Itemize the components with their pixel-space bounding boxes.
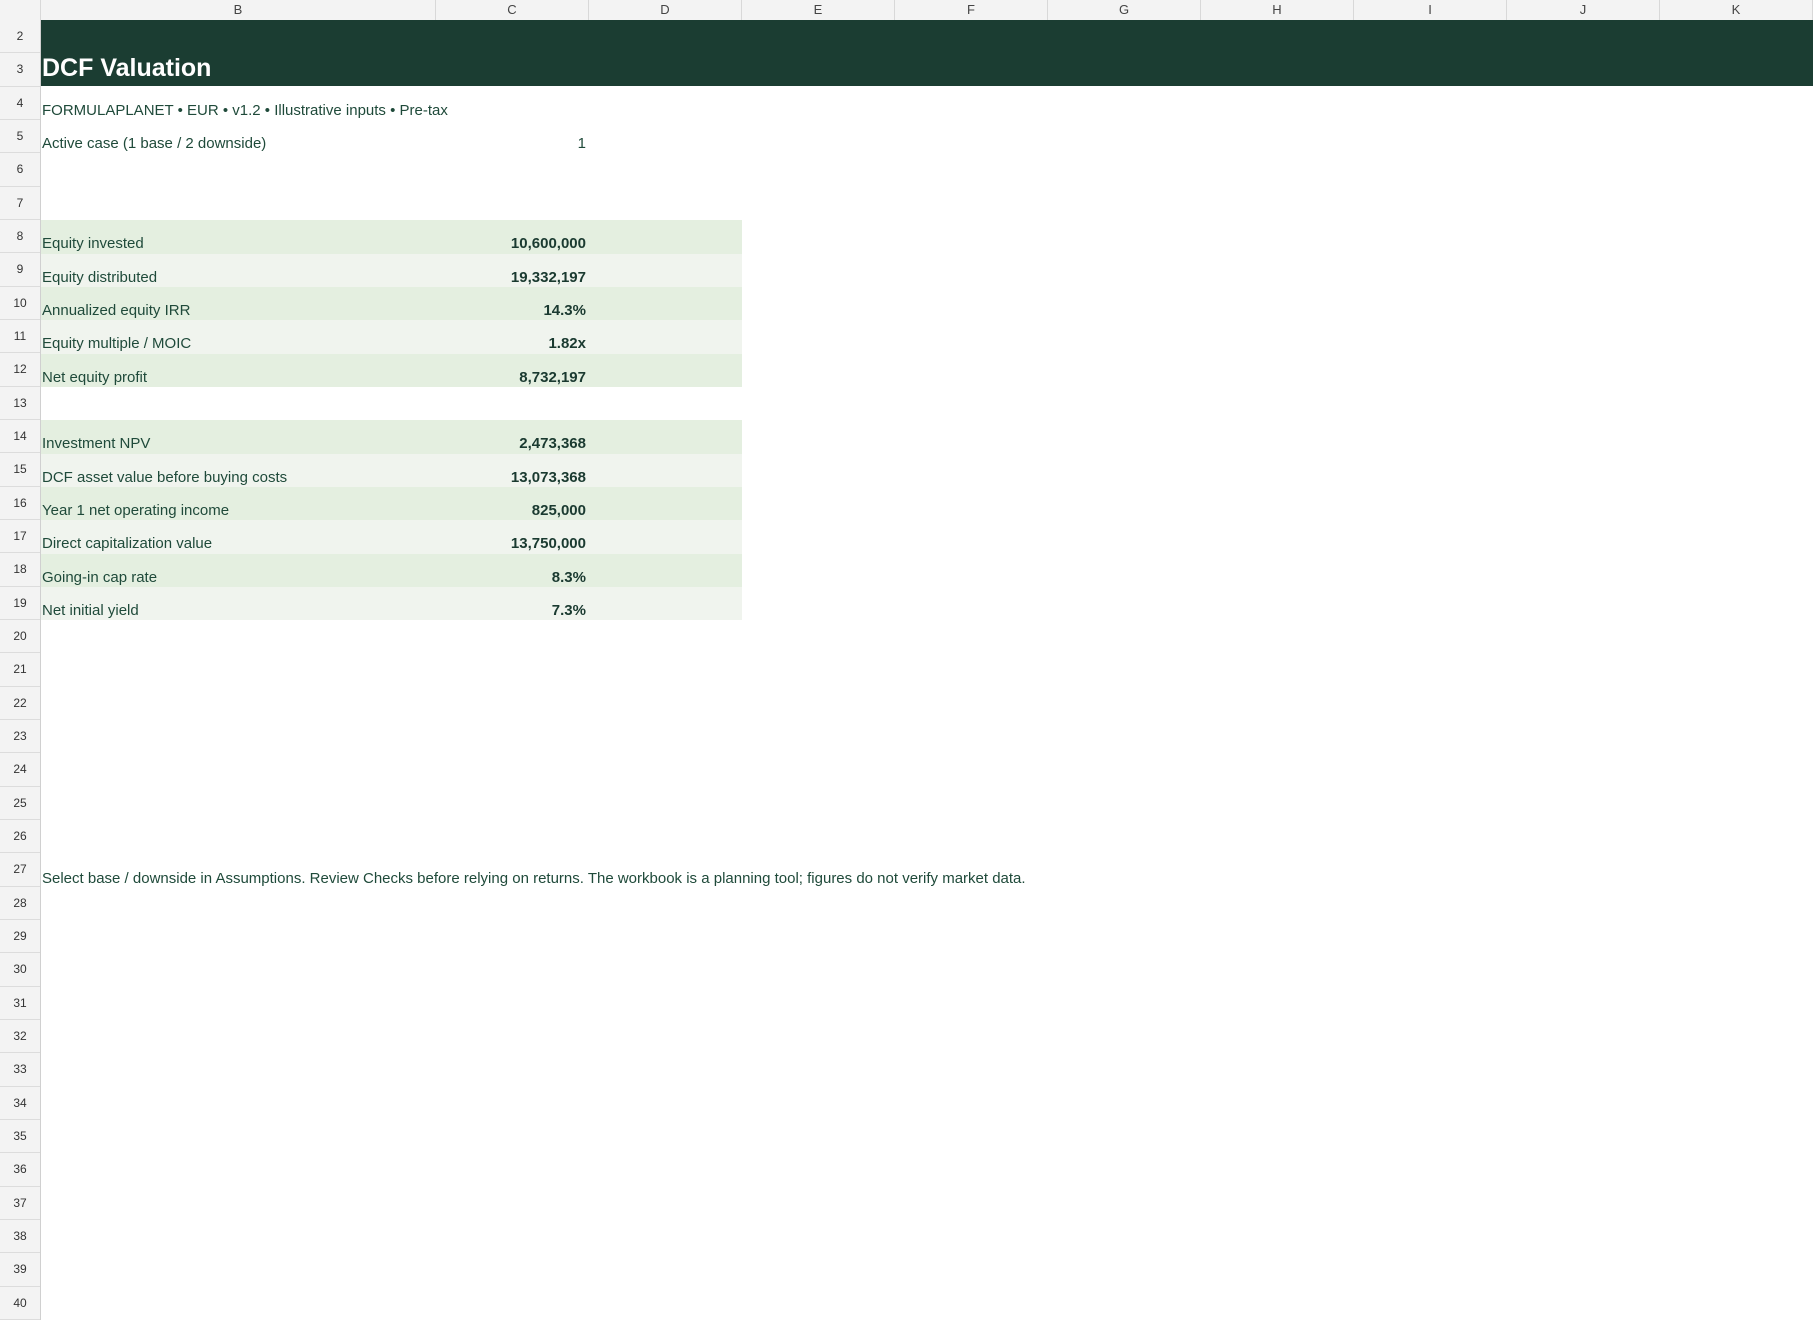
- row-header-2[interactable]: 2: [0, 20, 40, 54]
- row-header-bar: 2 3 4 5 6 7 8 9 10 11 12 13 14 15 16 17 18 19 20 21 22 23 24 25…: [0, 20, 41, 1320]
- row-header-3[interactable]: 3: [0, 53, 40, 87]
- row-header-33[interactable]: 33: [0, 1053, 40, 1087]
- active-case-value[interactable]: 1: [560, 135, 586, 152]
- row-header-30[interactable]: 30: [0, 953, 40, 987]
- equity-distributed-label: Equity distributed: [42, 269, 158, 286]
- row-header-36[interactable]: 36: [0, 1153, 40, 1187]
- row-header-19[interactable]: 19: [0, 587, 40, 620]
- active-case-label: Active case (1 base / 2 downside): [42, 135, 267, 152]
- row-header-10[interactable]: 10: [0, 287, 40, 320]
- row-header-20[interactable]: 20: [0, 620, 40, 654]
- row-header-27[interactable]: 27: [0, 853, 40, 887]
- equity-invested-value[interactable]: 10,600,000: [511, 235, 586, 252]
- row-header-15[interactable]: 15: [0, 453, 40, 487]
- equity-invested-label: Equity invested: [42, 235, 144, 252]
- row-header-28[interactable]: 28: [0, 887, 40, 920]
- going-in-cap-rate-label: Going-in cap rate: [42, 569, 158, 586]
- equity-multiple-value[interactable]: 1.82x: [548, 335, 586, 352]
- row-header-32[interactable]: 32: [0, 1020, 40, 1054]
- column-header-c[interactable]: C: [436, 0, 589, 20]
- row-header-13[interactable]: 13: [0, 387, 40, 420]
- subtitle-line: FORMULAPLANET • EUR • v1.2 • Illustrativ…: [42, 102, 448, 119]
- row-header-37[interactable]: 37: [0, 1187, 40, 1220]
- equity-irr-value[interactable]: 14.3%: [543, 302, 586, 319]
- row-header-22[interactable]: 22: [0, 687, 40, 720]
- row-header-16[interactable]: 16: [0, 487, 40, 520]
- row-header-34[interactable]: 34: [0, 1087, 40, 1120]
- row-header-24[interactable]: 24: [0, 753, 40, 787]
- row-header-26[interactable]: 26: [0, 820, 40, 854]
- net-equity-profit-label: Net equity profit: [42, 369, 148, 386]
- column-header-i[interactable]: I: [1354, 0, 1507, 20]
- equity-irr-label: Annualized equity IRR: [42, 302, 191, 319]
- sheet-title: DCF Valuation: [42, 54, 212, 82]
- going-in-cap-rate-value[interactable]: 8.3%: [552, 569, 586, 586]
- select-all-corner[interactable]: [0, 0, 41, 20]
- net-equity-profit-value[interactable]: 8,732,197: [519, 369, 586, 386]
- column-header-g[interactable]: G: [1048, 0, 1201, 20]
- footnote: Select base / downside in Assumptions. R…: [42, 870, 1026, 887]
- row-header-4[interactable]: 4: [0, 87, 40, 120]
- column-header-d[interactable]: D: [589, 0, 742, 20]
- column-header-f[interactable]: F: [895, 0, 1048, 20]
- row-header-23[interactable]: 23: [0, 720, 40, 754]
- row-header-40[interactable]: 40: [0, 1287, 40, 1320]
- column-header-h[interactable]: H: [1201, 0, 1354, 20]
- row-header-14[interactable]: 14: [0, 420, 40, 454]
- equity-multiple-label: Equity multiple / MOIC: [42, 335, 192, 352]
- row-header-35[interactable]: 35: [0, 1120, 40, 1154]
- column-header-k[interactable]: K: [1660, 0, 1813, 20]
- row-header-17[interactable]: 17: [0, 520, 40, 554]
- year1-noi-label: Year 1 net operating income: [42, 502, 230, 519]
- direct-cap-value-value[interactable]: 13,750,000: [511, 535, 586, 552]
- row-header-18[interactable]: 18: [0, 553, 40, 587]
- row-header-38[interactable]: 38: [0, 1220, 40, 1254]
- row-header-6[interactable]: 6: [0, 153, 40, 187]
- title-banner: [41, 20, 1813, 86]
- row-header-21[interactable]: 21: [0, 653, 40, 687]
- row-header-39[interactable]: 39: [0, 1253, 40, 1287]
- net-initial-yield-value[interactable]: 7.3%: [552, 602, 586, 619]
- investment-npv-label: Investment NPV: [42, 435, 151, 452]
- dcf-asset-value-value[interactable]: 13,073,368: [511, 469, 586, 486]
- row-header-9[interactable]: 9: [0, 253, 40, 287]
- row-header-31[interactable]: 31: [0, 987, 40, 1020]
- row-header-8[interactable]: 8: [0, 220, 40, 254]
- valuation-row: [41, 587, 742, 620]
- column-header-j[interactable]: J: [1507, 0, 1660, 20]
- row-header-25[interactable]: 25: [0, 787, 40, 820]
- row-header-11[interactable]: 11: [0, 320, 40, 354]
- returns-row: [41, 220, 742, 254]
- equity-distributed-value[interactable]: 19,332,197: [511, 269, 586, 286]
- year1-noi-value[interactable]: 825,000: [532, 502, 586, 519]
- row-header-5[interactable]: 5: [0, 120, 40, 154]
- dcf-asset-value-label: DCF asset value before buying costs: [42, 469, 288, 486]
- row-header-7[interactable]: 7: [0, 187, 40, 220]
- row-header-29[interactable]: 29: [0, 920, 40, 954]
- column-header-bar: B C D E F G H I J K: [0, 0, 1813, 21]
- investment-npv-value[interactable]: 2,473,368: [519, 435, 586, 452]
- row-header-12[interactable]: 12: [0, 353, 40, 387]
- direct-cap-value-label: Direct capitalization value: [42, 535, 213, 552]
- net-initial-yield-label: Net initial yield: [42, 602, 139, 619]
- column-header-e[interactable]: E: [742, 0, 895, 20]
- column-header-b[interactable]: B: [41, 0, 436, 20]
